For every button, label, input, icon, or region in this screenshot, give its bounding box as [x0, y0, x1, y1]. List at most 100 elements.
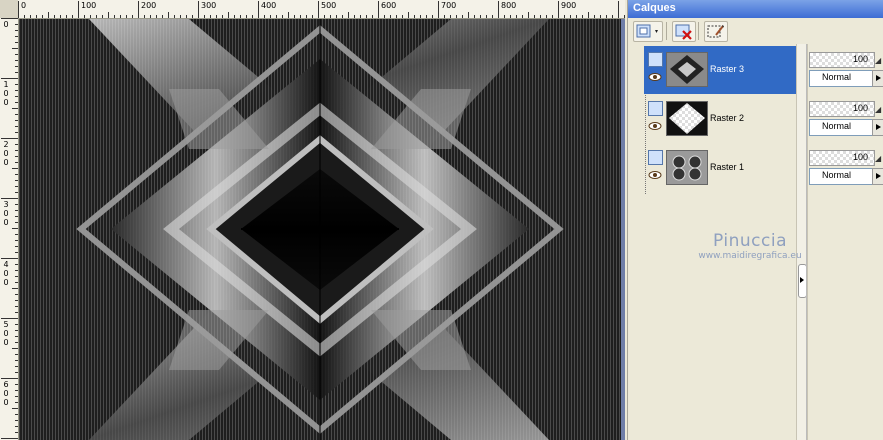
ruler-tick — [15, 114, 18, 115]
opacity-slider[interactable]: 100 — [809, 52, 875, 68]
ruler-tick — [15, 204, 18, 205]
layer-props-raster-3: 100 ◢ Normal — [809, 50, 883, 94]
image-canvas[interactable] — [19, 19, 621, 440]
ruler-corner — [0, 0, 19, 19]
eye-icon[interactable] — [648, 70, 662, 84]
ruler-tick — [15, 252, 18, 253]
layer-name[interactable]: Raster 2 — [710, 113, 744, 123]
slider-arrow-icon[interactable]: ◢ — [875, 56, 881, 65]
ruler-tick — [624, 15, 625, 18]
ruler-tick — [240, 15, 241, 18]
blend-mode-value: Normal — [822, 72, 852, 82]
ruler-tick — [204, 15, 205, 18]
ruler-tick — [552, 15, 553, 18]
slider-arrow-icon[interactable]: ◢ — [875, 154, 881, 163]
ruler-tick — [15, 42, 18, 43]
blend-mode-select[interactable]: Normal — [809, 70, 875, 87]
palette-titlebar[interactable]: Calques — [628, 0, 883, 18]
ruler-tick — [468, 12, 469, 18]
ruler-tick — [60, 15, 61, 18]
ruler-tick — [12, 168, 18, 169]
new-layer-button[interactable] — [633, 21, 663, 42]
ruler-tick — [306, 15, 307, 18]
toolbar-separator — [698, 22, 699, 40]
slider-arrow-icon[interactable]: ◢ — [875, 105, 881, 114]
layers-palette: Calques Raster 3 Raster 2 Raster 1 100 ◢… — [627, 0, 883, 440]
ruler-tick — [15, 186, 18, 187]
ruler-tick — [384, 15, 385, 18]
delete-layer-button[interactable] — [672, 21, 696, 42]
ruler-tick — [318, 1, 319, 18]
ruler-tick — [426, 15, 427, 18]
ruler-tick — [72, 15, 73, 18]
ruler-tick — [66, 15, 67, 18]
canvas-scroll-strip[interactable] — [621, 19, 625, 440]
ruler-tick — [276, 15, 277, 18]
ruler-tick — [432, 15, 433, 18]
ruler-tick — [480, 15, 481, 18]
ruler-tick — [198, 1, 199, 18]
blend-mode-select[interactable]: Normal — [809, 168, 875, 185]
toolbar-separator — [666, 22, 667, 40]
layer-row-raster-1[interactable]: Raster 1 — [644, 144, 798, 192]
ruler-tick — [15, 126, 18, 127]
ruler-tick — [15, 84, 18, 85]
ruler-tick — [330, 15, 331, 18]
ruler-tick — [24, 15, 25, 18]
ruler-tick — [108, 12, 109, 18]
ruler-tick — [396, 15, 397, 18]
ruler-tick — [15, 342, 18, 343]
ruler-label: 900 — [561, 1, 577, 10]
edit-mask-button[interactable] — [704, 21, 728, 42]
opacity-value: 100 — [852, 54, 868, 64]
ruler-tick — [15, 330, 18, 331]
ruler-tick — [300, 15, 301, 18]
layer-row-raster-2[interactable]: Raster 2 — [644, 95, 798, 143]
blend-mode-select[interactable]: Normal — [809, 119, 875, 136]
ruler-tick — [474, 15, 475, 18]
eye-icon[interactable] — [648, 168, 662, 182]
blend-dropdown-button[interactable] — [872, 70, 883, 87]
ruler-tick — [516, 15, 517, 18]
layer-name[interactable]: Raster 1 — [710, 162, 744, 172]
ruler-tick — [228, 12, 229, 18]
ruler-tick — [1, 258, 18, 259]
blend-dropdown-button[interactable] — [872, 168, 883, 185]
eye-icon[interactable] — [648, 119, 662, 133]
layer-row-raster-3[interactable]: Raster 3 — [644, 46, 798, 94]
opacity-slider[interactable]: 100 — [809, 101, 875, 117]
ruler-tick — [132, 15, 133, 18]
ruler-tick — [15, 264, 18, 265]
ruler-tick — [270, 15, 271, 18]
opacity-slider[interactable]: 100 — [809, 150, 875, 166]
blend-dropdown-button[interactable] — [872, 119, 883, 136]
ruler-tick — [570, 15, 571, 18]
ruler-tick — [582, 15, 583, 18]
ruler-tick — [1, 378, 18, 379]
ruler-tick — [12, 408, 18, 409]
ruler-tick — [15, 192, 18, 193]
ruler-label: 1 0 0 — [3, 80, 9, 107]
ruler-tick — [546, 15, 547, 18]
ruler-tick — [510, 15, 511, 18]
ruler-tick — [600, 15, 601, 18]
ruler-tick — [1, 18, 18, 19]
ruler-tick — [378, 1, 379, 18]
ruler-label: 800 — [501, 1, 517, 10]
ruler-tick — [42, 15, 43, 18]
layer-name[interactable]: Raster 3 — [710, 64, 744, 74]
ruler-label: 0 — [21, 1, 27, 10]
ruler-tick — [1, 78, 18, 79]
ruler-tick — [360, 15, 361, 18]
ruler-tick — [15, 96, 18, 97]
ruler-tick — [486, 15, 487, 18]
ruler-label: 100 — [81, 1, 97, 10]
ruler-tick — [1, 138, 18, 139]
ruler-tick — [252, 15, 253, 18]
ruler-tick — [192, 15, 193, 18]
layers-toolbar — [628, 18, 883, 44]
ruler-tick — [174, 15, 175, 18]
ruler-tick — [15, 222, 18, 223]
ruler-tick — [534, 15, 535, 18]
ruler-tick — [12, 348, 18, 349]
